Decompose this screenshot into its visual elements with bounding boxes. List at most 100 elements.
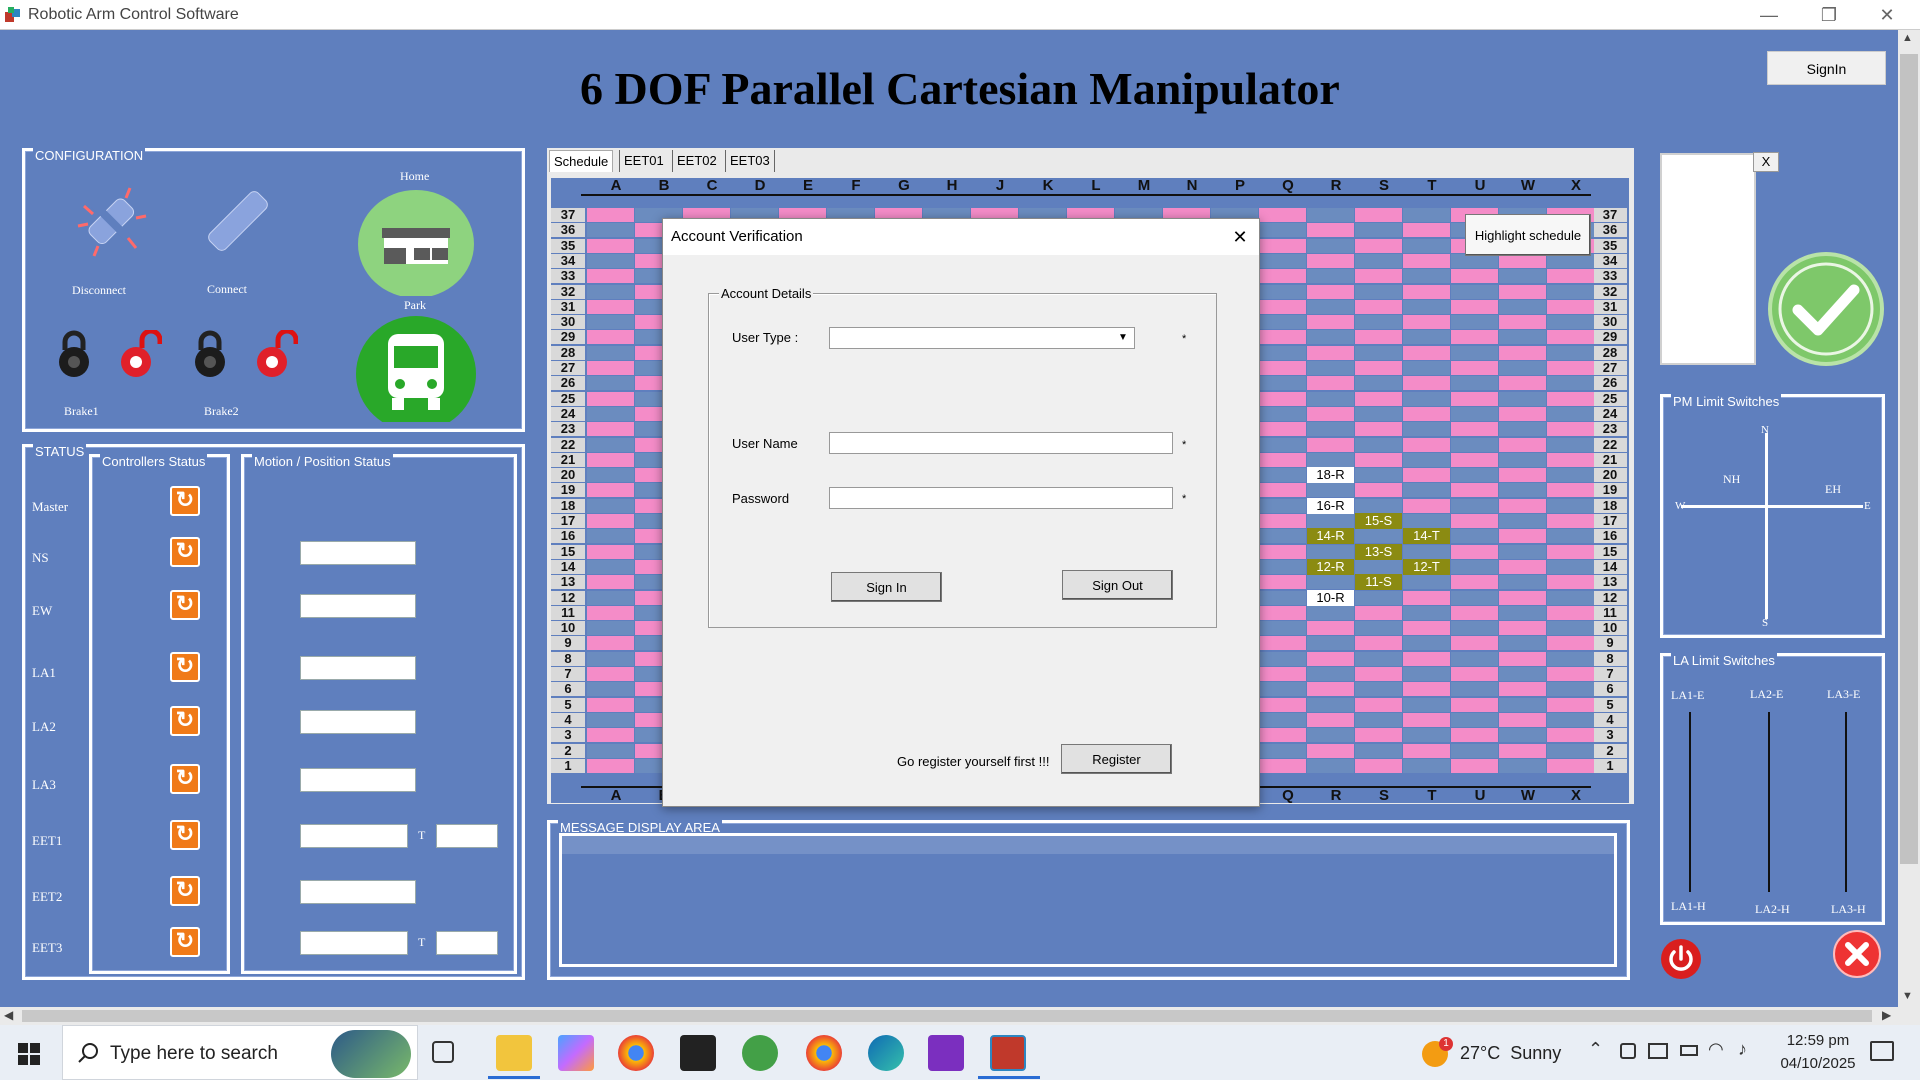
- schedule-cell[interactable]: [1307, 345, 1354, 360]
- schedule-cell[interactable]: [587, 284, 634, 299]
- schedule-cell[interactable]: [1403, 422, 1450, 437]
- schedule-cell[interactable]: [1259, 223, 1306, 238]
- schedule-cell[interactable]: [1451, 483, 1498, 498]
- schedule-cell[interactable]: [1403, 223, 1450, 238]
- schedule-cell[interactable]: [1403, 575, 1450, 590]
- schedule-cell[interactable]: [1547, 697, 1594, 712]
- schedule-cell[interactable]: [1403, 514, 1450, 528]
- dialog-close-button[interactable]: ✕: [1225, 224, 1255, 250]
- park-button[interactable]: [354, 316, 478, 422]
- schedule-cell[interactable]: [1547, 269, 1594, 284]
- schedule-cell[interactable]: [1451, 315, 1498, 330]
- schedule-cell[interactable]: [1451, 636, 1498, 651]
- schedule-cell[interactable]: [1259, 437, 1306, 452]
- schedule-cell[interactable]: [1451, 728, 1498, 743]
- schedule-cell[interactable]: [1547, 514, 1594, 528]
- schedule-cell[interactable]: [1259, 544, 1306, 559]
- schedule-cell[interactable]: [1547, 361, 1594, 375]
- schedule-cell[interactable]: [1259, 682, 1306, 697]
- schedule-cell[interactable]: [1307, 238, 1354, 253]
- schedule-cell[interactable]: [1547, 728, 1594, 743]
- clock-date[interactable]: 04/10/2025: [1770, 1055, 1866, 1072]
- schedule-cell[interactable]: [1259, 498, 1306, 513]
- schedule-cell[interactable]: [1355, 559, 1402, 574]
- schedule-cell[interactable]: [1403, 330, 1450, 345]
- schedule-cell[interactable]: [1259, 406, 1306, 421]
- schedule-cell[interactable]: [1403, 437, 1450, 452]
- schedule-cell[interactable]: [1451, 682, 1498, 697]
- refresh-icon[interactable]: ↻: [170, 486, 200, 516]
- schedule-cell[interactable]: [587, 208, 634, 222]
- schedule-cell[interactable]: [1499, 422, 1546, 437]
- meet-icon[interactable]: [1620, 1043, 1636, 1059]
- schedule-cell[interactable]: [1499, 621, 1546, 636]
- schedule-cell[interactable]: [1307, 667, 1354, 681]
- schedule-cell[interactable]: [1307, 544, 1354, 559]
- schedule-cell[interactable]: [1355, 529, 1402, 544]
- highlight-schedule-button[interactable]: Highlight schedule: [1465, 214, 1591, 256]
- schedule-cell[interactable]: [1307, 208, 1354, 222]
- schedule-cell[interactable]: [1403, 651, 1450, 666]
- schedule-cell[interactable]: [1259, 697, 1306, 712]
- schedule-cell[interactable]: [1499, 651, 1546, 666]
- schedule-cell[interactable]: [1403, 299, 1450, 314]
- schedule-cell[interactable]: [587, 728, 634, 743]
- chrome-icon[interactable]: [618, 1035, 654, 1071]
- schedule-cell[interactable]: [587, 559, 634, 574]
- schedule-cell[interactable]: [1355, 682, 1402, 697]
- schedule-cell[interactable]: [587, 514, 634, 528]
- connect-icon[interactable]: [190, 176, 286, 266]
- schedule-cell[interactable]: [1499, 743, 1546, 758]
- schedule-cell[interactable]: [587, 269, 634, 284]
- scroll-left-icon[interactable]: ◀: [4, 1008, 13, 1022]
- schedule-cell[interactable]: [1259, 590, 1306, 605]
- schedule-cell[interactable]: [1451, 559, 1498, 574]
- schedule-cell[interactable]: [1259, 253, 1306, 268]
- schedule-cell[interactable]: [1355, 208, 1402, 222]
- schedule-cell[interactable]: [1403, 253, 1450, 268]
- schedule-cell[interactable]: [587, 345, 634, 360]
- close-window-button[interactable]: ✕: [1864, 0, 1910, 30]
- schedule-cell[interactable]: [1499, 667, 1546, 681]
- schedule-cell[interactable]: [1355, 238, 1402, 253]
- schedule-cell[interactable]: [1451, 269, 1498, 284]
- schedule-cell[interactable]: [1307, 269, 1354, 284]
- schedule-cell[interactable]: [587, 238, 634, 253]
- schedule-cell[interactable]: [1451, 667, 1498, 681]
- schedule-cell[interactable]: [587, 391, 634, 406]
- schedule-cell[interactable]: [1307, 223, 1354, 238]
- schedule-cell[interactable]: [1499, 330, 1546, 345]
- schedule-cell[interactable]: [587, 590, 634, 605]
- schedule-cell[interactable]: [1307, 712, 1354, 727]
- schedule-cell[interactable]: [1499, 559, 1546, 574]
- schedule-cell[interactable]: [1451, 330, 1498, 345]
- schedule-cell[interactable]: [587, 682, 634, 697]
- schedule-cell[interactable]: [1499, 575, 1546, 590]
- schedule-cell[interactable]: [1451, 299, 1498, 314]
- schedule-cell[interactable]: [1499, 376, 1546, 391]
- scroll-down-icon[interactable]: ▼: [1902, 990, 1913, 1002]
- t-field[interactable]: [436, 931, 498, 955]
- schedule-cell[interactable]: [587, 406, 634, 421]
- schedule-cell[interactable]: [1307, 284, 1354, 299]
- schedule-cell[interactable]: [1355, 667, 1402, 681]
- schedule-cell[interactable]: [1259, 269, 1306, 284]
- password-field[interactable]: [829, 487, 1173, 509]
- schedule-cell[interactable]: [1499, 697, 1546, 712]
- schedule-cell[interactable]: [1259, 330, 1306, 345]
- schedule-cell[interactable]: [1547, 590, 1594, 605]
- schedule-cell[interactable]: [1307, 697, 1354, 712]
- schedule-marker[interactable]: 10-R: [1307, 589, 1354, 606]
- schedule-cell[interactable]: [1259, 758, 1306, 773]
- schedule-cell[interactable]: [587, 330, 634, 345]
- schedule-cell[interactable]: [1259, 391, 1306, 406]
- schedule-cell[interactable]: [1451, 422, 1498, 437]
- signin-button[interactable]: SignIn: [1767, 51, 1886, 85]
- schedule-cell[interactable]: [1355, 437, 1402, 452]
- schedule-cell[interactable]: [1451, 605, 1498, 620]
- schedule-marker[interactable]: 13-S: [1355, 543, 1402, 560]
- register-button[interactable]: Register: [1061, 744, 1172, 774]
- refresh-icon[interactable]: ↻: [170, 652, 200, 682]
- schedule-cell[interactable]: [587, 452, 634, 467]
- schedule-cell[interactable]: [1259, 636, 1306, 651]
